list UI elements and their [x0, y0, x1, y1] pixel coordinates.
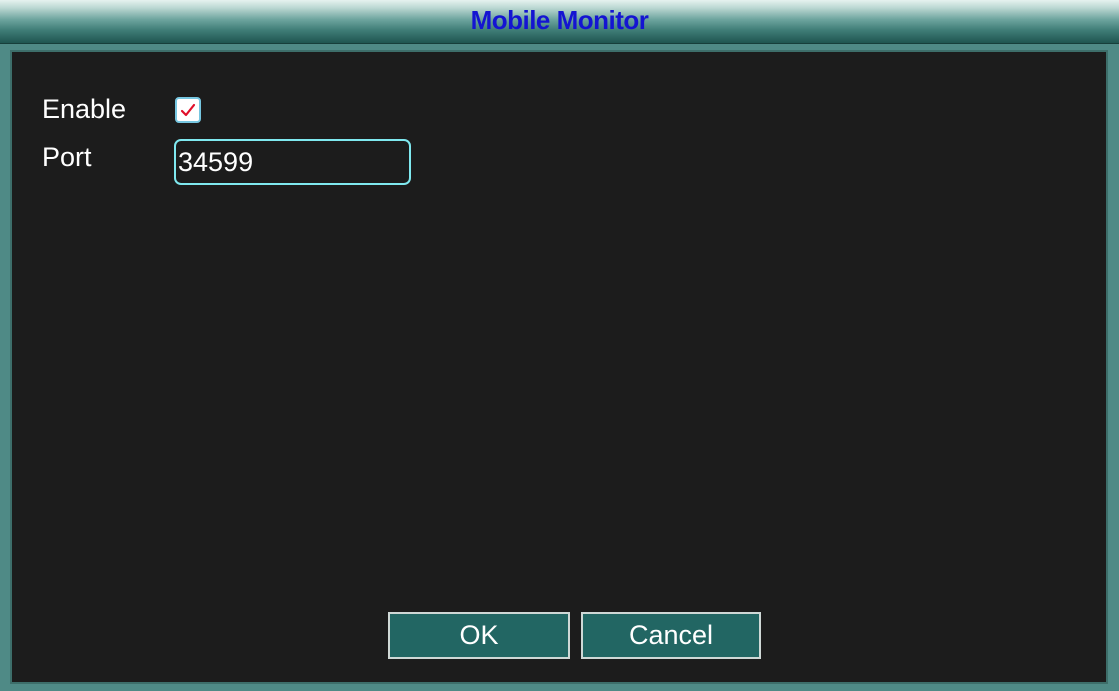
cancel-button[interactable]: Cancel	[581, 612, 761, 659]
title-bar: Mobile Monitor	[0, 0, 1119, 44]
settings-panel: Enable Port OK Cancel	[10, 50, 1108, 684]
checkmark-icon	[180, 103, 196, 117]
port-input[interactable]	[174, 139, 411, 185]
dialog-title: Mobile Monitor	[470, 5, 649, 35]
enable-label: Enable	[42, 94, 127, 124]
ok-button[interactable]: OK	[388, 612, 570, 659]
port-label: Port	[42, 142, 92, 172]
enable-checkbox[interactable]	[175, 97, 201, 123]
mobile-monitor-dialog: Mobile Monitor Enable Port OK Cancel	[0, 0, 1119, 691]
